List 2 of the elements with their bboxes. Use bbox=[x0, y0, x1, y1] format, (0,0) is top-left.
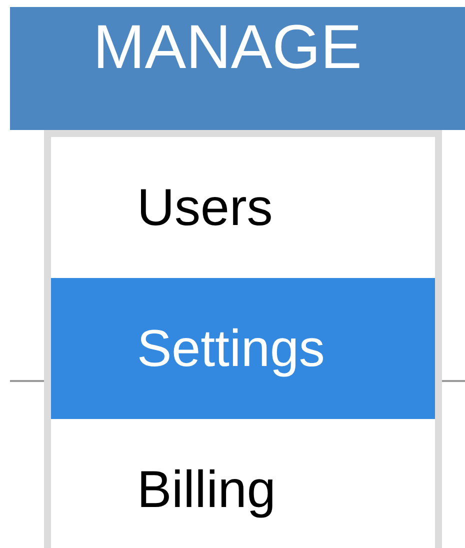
menu-item[interactable]: Settings bbox=[51, 278, 435, 419]
menu-title: MANAGE bbox=[93, 17, 362, 79]
